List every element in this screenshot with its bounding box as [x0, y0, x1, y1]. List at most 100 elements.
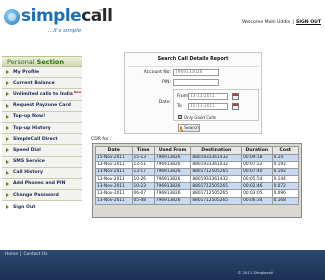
section-prefix: Personal: [7, 57, 35, 66]
sidebar-item-label: Current Balance: [13, 80, 55, 86]
cell-cost: 0.096: [271, 189, 300, 198]
sidebar-item-call-history[interactable]: Call History: [2, 167, 82, 179]
cell-destination: 8801933361432: [190, 153, 243, 162]
sidebar-item-topup-history[interactable]: Top-up History: [2, 122, 82, 135]
cell-duration: 00:09:18: [241, 153, 273, 162]
welcome-bar: Welcome Mohi Uddin | SIGN OUT: [242, 20, 321, 25]
only-good-calls-checkbox[interactable]: [178, 114, 182, 119]
cell-cost: 0.144: [271, 175, 300, 184]
cdr-label: CDR for :: [91, 137, 112, 142]
column-header-date: Date: [95, 146, 133, 155]
sidebar-item-change-password[interactable]: Change Password: [2, 190, 82, 202]
date-label: Date:: [158, 100, 171, 105]
to-calendar-icon[interactable]: [232, 103, 239, 110]
footer-nav: Home | Contact Us: [5, 252, 47, 257]
account-input[interactable]: 7969133026: [173, 69, 219, 76]
sidebar-item-unlimited-calls-india[interactable]: Unlimited calls to India New: [2, 89, 82, 101]
arrow-bullet-icon: [6, 148, 9, 153]
cell-time: 15-13: [131, 153, 155, 162]
cell-date: 13-Nov-2011: [95, 182, 133, 191]
to-date-input[interactable]: 15-11-2011: [188, 103, 228, 110]
cell-date: 13-Nov-2011: [95, 175, 133, 184]
table-row[interactable]: 13-Nov-2011 06-07 796913826 880171250526…: [95, 189, 300, 198]
table-row[interactable]: 13-Nov-2011 05-48 796913826 880171250526…: [95, 196, 300, 205]
cell-date: 13-Nov-2011: [95, 167, 133, 177]
pin-input[interactable]: [173, 79, 219, 86]
cell-used-from: 796913826: [153, 167, 192, 177]
arrow-bullet-icon: [6, 81, 9, 86]
new-badge: New: [73, 90, 82, 95]
arrow-bullet-icon: [6, 181, 9, 186]
sidebar-item-request-payzone-card[interactable]: Request Payzone Card: [2, 100, 82, 112]
cell-used-from: 796913826: [153, 196, 192, 205]
sidebar-item-label: Change Password: [13, 192, 59, 198]
table-row[interactable]: 13-Nov-2011 13-51 796913826 880193336143…: [95, 160, 300, 169]
sidebar-menu: My Profile Current Balance Unlimited cal…: [2, 67, 82, 202]
cell-cost: 0.168: [271, 196, 300, 205]
sidebar-item-label: SMS Service: [13, 159, 45, 165]
table-row[interactable]: 13-Nov-2011 10-23 796913826 880171250526…: [95, 182, 300, 191]
cell-used-from: 796913826: [153, 153, 192, 162]
search-icon: [180, 126, 183, 130]
column-header-cost: Cost: [271, 146, 300, 155]
cell-duration: 00:07:22: [241, 160, 273, 169]
logo-trademark: TM: [99, 8, 104, 12]
from-calendar-icon[interactable]: [232, 93, 239, 100]
cell-time: 13-17: [131, 167, 155, 177]
table-row[interactable]: 13-Nov-2011 10-26 796913826 880193336143…: [95, 175, 300, 184]
arrow-bullet-icon: [6, 126, 9, 131]
sidebar-item-current-balance[interactable]: Current Balance: [2, 78, 82, 90]
arrow-bullet-icon: [6, 114, 9, 119]
section-label: Section: [36, 57, 65, 66]
cell-date: 13-Nov-2011: [95, 160, 133, 169]
cell-time: 10-23: [131, 182, 155, 191]
table-row[interactable]: 13-Nov-2011 13-17 796913826 880171250526…: [95, 167, 300, 177]
personal-section-header: Personal Section: [2, 56, 82, 67]
sidebar-item-speed-dial[interactable]: Speed Dial: [2, 145, 82, 157]
simplecall-logo[interactable]: simplecall TM ...it's simple: [4, 4, 113, 34]
sidebar-item-label: Call History: [13, 170, 43, 176]
cell-date: 13-Nov-2011: [95, 189, 133, 198]
column-header-destination: Destination: [190, 146, 243, 155]
header: simplecall TM ...it's simple Welcome Moh…: [0, 0, 325, 38]
pin-label: PIN:: [162, 80, 171, 85]
table-header-row: Date Time Used From Destination Duration…: [95, 146, 300, 155]
footer-home-link[interactable]: Home: [5, 252, 18, 257]
cell-destination: 8801712505265: [190, 182, 243, 191]
arrow-bullet-icon: [6, 70, 9, 75]
footer-contact-link[interactable]: Contact Us: [23, 252, 47, 257]
search-button[interactable]: Search: [178, 124, 200, 132]
to-label: To: [177, 104, 182, 109]
sidebar-item-label: Top-up History: [13, 125, 51, 131]
sidebar-item-sign-out[interactable]: Sign Out: [2, 201, 82, 213]
cell-cost: 0.192: [271, 160, 300, 169]
column-header-used-from: Used From: [153, 146, 192, 155]
header-signout-link[interactable]: SIGN OUT: [296, 20, 321, 25]
cell-destination: 8801933361432: [190, 175, 243, 184]
cell-destination: 8801933361432: [190, 160, 243, 169]
cell-cost: 0.24: [271, 153, 300, 162]
panel-title: Search Call Details Report: [157, 57, 229, 62]
sidebar-item-topup-now[interactable]: Top-up Now!: [2, 111, 82, 123]
panel-divider: [127, 66, 259, 67]
sidebar-item-my-profile[interactable]: My Profile: [2, 67, 82, 79]
copyright-text: © 2011 Simplecall: [237, 270, 273, 275]
cell-time: 06-07: [131, 189, 155, 198]
table-row[interactable]: 15-Nov-2011 15-13 796913826 880193336143…: [95, 153, 300, 162]
arrow-bullet-icon: [6, 103, 9, 108]
from-date-input[interactable]: 13-11-2011: [188, 93, 228, 100]
cell-destination: 8801712505265: [190, 196, 243, 205]
arrow-bullet-icon: [6, 170, 9, 175]
sidebar-item-label: Unlimited calls to India: [13, 91, 73, 97]
sidebar-item-add-phones-pin[interactable]: Add Phones and PIN: [2, 178, 82, 191]
column-header-duration: Duration: [241, 146, 273, 155]
cell-cost: 0.072: [271, 182, 300, 191]
cell-date: 13-Nov-2011: [95, 196, 133, 205]
cell-duration: 00:07:40: [241, 167, 273, 177]
cell-used-from: 796913826: [153, 160, 192, 169]
sidebar-item-label: Request Payzone Card: [13, 103, 71, 109]
sidebar-item-simplecall-direct[interactable]: SimpleCall Direct: [2, 134, 82, 146]
sidebar-item-sms-service[interactable]: SMS Service: [2, 156, 82, 168]
arrow-bullet-icon: [6, 137, 9, 142]
cell-date: 15-Nov-2011: [95, 153, 133, 162]
